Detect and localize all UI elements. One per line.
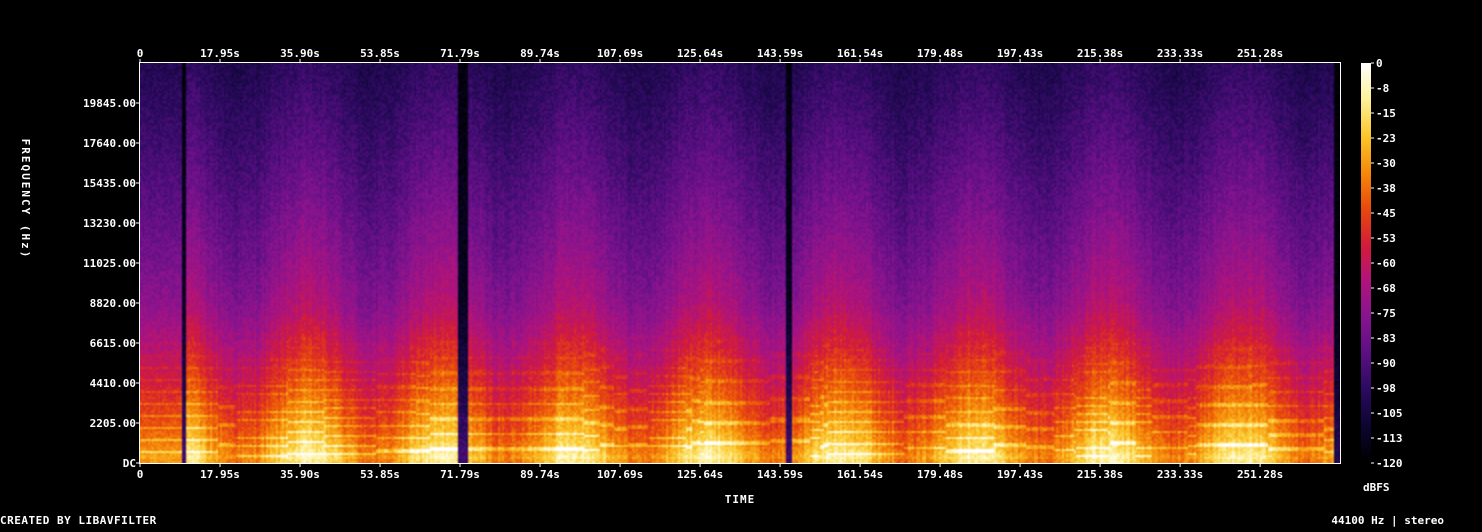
x-tick-label-bottom: 215.38s [1077, 468, 1123, 481]
footer-credit: CREATED BY LIBAVFILTER [0, 514, 157, 527]
x-tick-label-bottom: 125.64s [677, 468, 723, 481]
x-tick-label-top: 197.43s [997, 47, 1043, 60]
colorbar-tick-label: -113 [1376, 432, 1403, 445]
x-tick-label-bottom: 89.74s [520, 468, 560, 481]
colorbar-tick-label: -45 [1376, 207, 1396, 220]
y-tick-label: 8820.00 [90, 297, 136, 310]
x-tick-label-bottom: 251.28s [1237, 468, 1283, 481]
colorbar-tick-label: -38 [1376, 182, 1396, 195]
x-tick-label-bottom: 143.59s [757, 468, 803, 481]
colorbar-label: dBFS [1363, 481, 1390, 494]
colorbar-tick-label: -23 [1376, 132, 1396, 145]
x-tick-label-top: 233.33s [1157, 47, 1203, 60]
footer-audio-info: 44100 Hz | stereo [1331, 514, 1444, 527]
x-tick-label-top: 143.59s [757, 47, 803, 60]
colorbar-tick-label: -68 [1376, 282, 1396, 295]
colorbar-tick-label: -105 [1376, 407, 1403, 420]
x-tick-label-top: 215.38s [1077, 47, 1123, 60]
colorbar-tick-label: -83 [1376, 332, 1396, 345]
x-tick-label-bottom: 179.48s [917, 468, 963, 481]
y-tick-label: 19845.00 [83, 97, 136, 110]
colorbar-tick-label: -75 [1376, 307, 1396, 320]
colorbar-tick-label: -120 [1376, 457, 1403, 470]
colorbar-tick-label: -53 [1376, 232, 1396, 245]
y-tick-label: DC [123, 457, 136, 470]
y-tick-label: 17640.00 [83, 137, 136, 150]
x-tick-label-bottom: 71.79s [440, 468, 480, 481]
x-tick-label-top: 251.28s [1237, 47, 1283, 60]
x-tick-label-bottom: 233.33s [1157, 468, 1203, 481]
x-tick-label-top: 0 [137, 47, 144, 60]
x-tick-label-top: 161.54s [837, 47, 883, 60]
x-tick-label-bottom: 197.43s [997, 468, 1043, 481]
colorbar-tick-label: -15 [1376, 107, 1396, 120]
spectrogram-figure: 0 0 17.95s 17.95s 35.90s 35.90s 53.85s 53.85s 71… [0, 0, 1482, 528]
x-tick-label-bottom: 35.90s [280, 468, 320, 481]
y-tick-label: 15435.00 [83, 177, 136, 190]
colorbar-tick-label: -60 [1376, 257, 1396, 270]
colorbar-tick-label: -30 [1376, 157, 1396, 170]
x-tick-label-top: 89.74s [520, 47, 560, 60]
y-tick-label: 2205.00 [90, 417, 136, 430]
y-axis-label: FREQUENCY (Hz) [19, 139, 32, 260]
x-tick-label-top: 35.90s [280, 47, 320, 60]
x-tick-label-bottom: 161.54s [837, 468, 883, 481]
x-tick-label-bottom: 0 [137, 468, 144, 481]
y-tick-label: 4410.00 [90, 377, 136, 390]
x-tick-label-bottom: 17.95s [200, 468, 240, 481]
colorbar [1361, 63, 1371, 463]
colorbar-tick-label: -8 [1376, 82, 1389, 95]
x-tick-label-top: 17.95s [200, 47, 240, 60]
x-tick-label-top: 179.48s [917, 47, 963, 60]
x-tick-label-top: 125.64s [677, 47, 723, 60]
x-tick-label-top: 71.79s [440, 47, 480, 60]
colorbar-tick-label: 0 [1376, 57, 1383, 70]
x-tick-label-top: 107.69s [597, 47, 643, 60]
colorbar-tick-label: -98 [1376, 382, 1396, 395]
y-tick-label: 11025.00 [83, 257, 136, 270]
spectrogram-heatmap [140, 63, 1340, 463]
x-tick-label-bottom: 107.69s [597, 468, 643, 481]
x-tick-label-bottom: 53.85s [360, 468, 400, 481]
spectrogram-svg: 0 0 17.95s 17.95s 35.90s 35.90s 53.85s 53.85s 71… [19, 47, 1403, 506]
y-tick-label: 13230.00 [83, 217, 136, 230]
x-axis-label: TIME [725, 493, 756, 506]
x-tick-label-top: 53.85s [360, 47, 400, 60]
colorbar-tick-label: -90 [1376, 357, 1396, 370]
y-tick-label: 6615.00 [90, 337, 136, 350]
